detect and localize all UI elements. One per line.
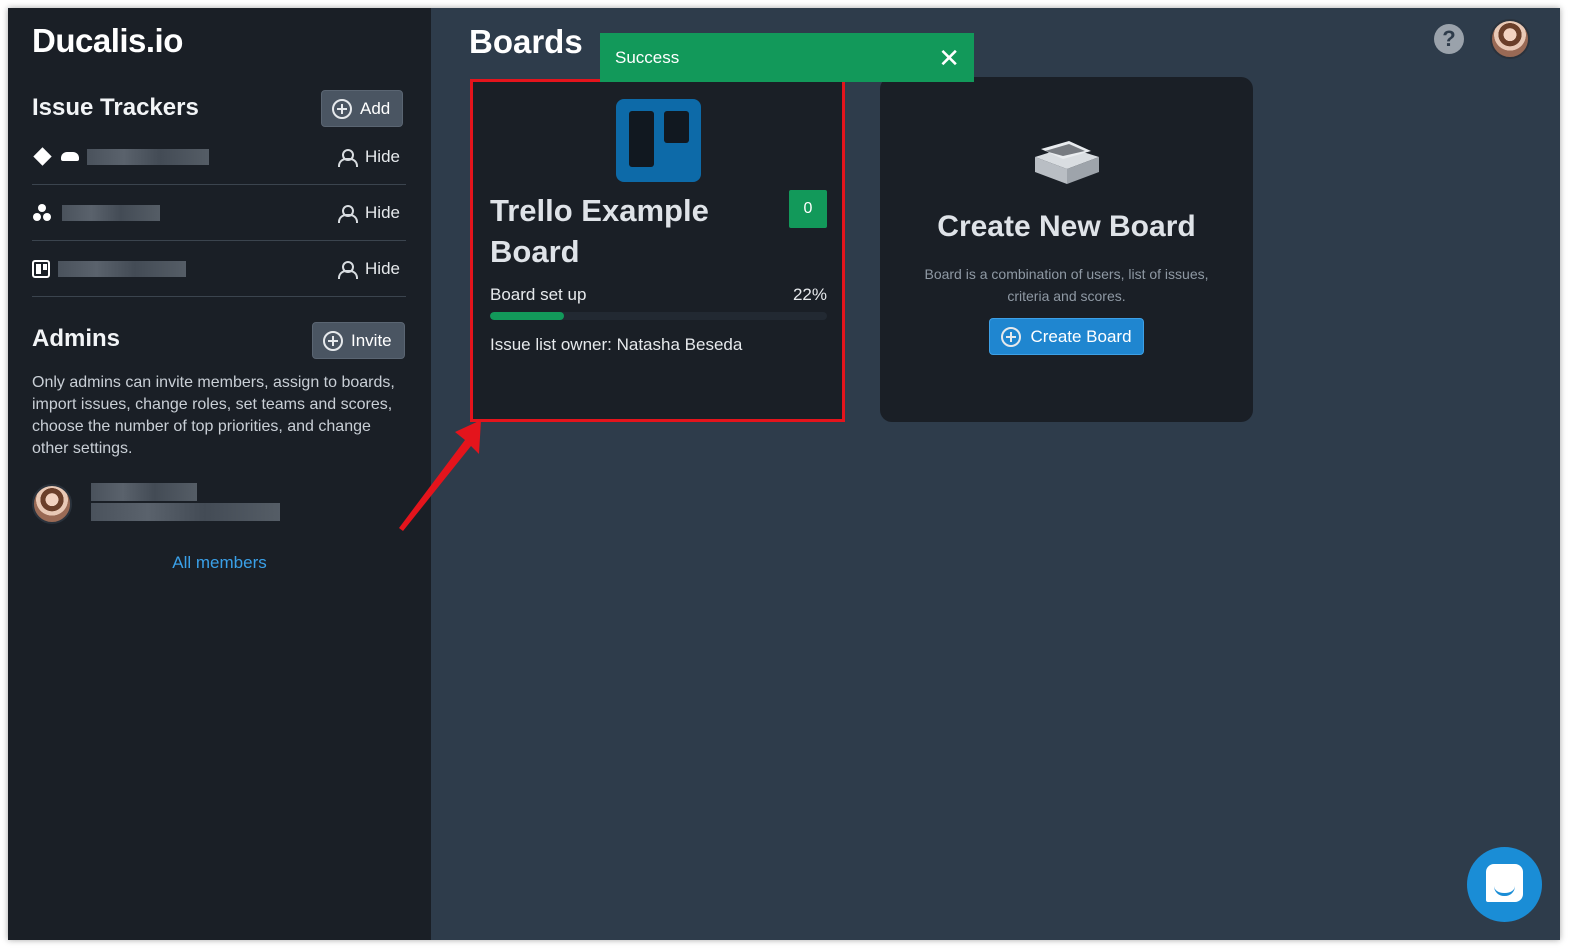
board-card-trello-example[interactable]: Trello Example Board 0 Board set up 22% … (470, 79, 845, 422)
toast-message: Success (615, 47, 680, 67)
user-avatar[interactable] (1490, 19, 1530, 59)
create-board-button[interactable]: Create Board (989, 318, 1144, 355)
plus-circle-icon (323, 330, 343, 351)
create-new-board-title: Create New Board (937, 210, 1196, 243)
tracker-row: Hide (32, 241, 406, 297)
help-icon[interactable]: ? (1434, 24, 1464, 54)
redacted-admin-info (91, 483, 280, 521)
issue-trackers-title: Issue Trackers (32, 94, 199, 121)
asana-dots-icon (32, 203, 54, 222)
hide-label: Hide (365, 202, 400, 222)
redacted-tracker-name (87, 148, 209, 165)
sidebar: Ducalis.io Issue Trackers Add Hide Hide … (8, 8, 431, 940)
user-icon (337, 204, 359, 223)
tracker-row: Hide (32, 129, 406, 185)
board-count-badge: 0 (789, 190, 827, 228)
hide-label: Hide (365, 146, 400, 166)
user-icon (337, 260, 359, 279)
hide-label: Hide (365, 258, 400, 278)
trello-logo-icon (616, 99, 701, 182)
create-new-board-description: Board is a combination of users, list of… (924, 266, 1209, 304)
board-setup-progress-bar (490, 312, 827, 320)
board-setup-percent: 22% (792, 285, 827, 304)
admins-description: Only admins can invite members, assign t… (32, 374, 395, 457)
chat-icon (1486, 864, 1523, 902)
admins-title: Admins (32, 325, 121, 352)
app-window: Ducalis.io Issue Trackers Add Hide Hide … (8, 8, 1560, 940)
create-new-board-card: Create New Board Board is a combination … (880, 77, 1253, 422)
issue-list-owner: Issue list owner: Natasha Beseda (490, 335, 743, 354)
user-icon (337, 148, 359, 167)
add-tracker-button[interactable]: Add (321, 90, 404, 127)
chat-button[interactable] (1467, 847, 1542, 922)
diamond-icon (33, 147, 52, 166)
success-toast: Success ✕ (600, 33, 974, 82)
invite-button-label: Invite (351, 330, 392, 350)
close-icon[interactable]: ✕ (938, 45, 960, 71)
redacted-tracker-name (58, 260, 186, 277)
box-icon (1035, 141, 1099, 184)
plus-circle-icon (1001, 326, 1022, 347)
page-title: Boards (469, 23, 583, 60)
board-setup-row: Board set up 22% (490, 285, 827, 305)
cloud-icon (61, 152, 79, 161)
all-members-link[interactable]: All members (8, 553, 431, 573)
hide-tracker-button[interactable]: Hide (337, 203, 400, 223)
annotation-arrow-icon (399, 420, 481, 531)
trello-icon (32, 259, 50, 278)
board-title[interactable]: Trello Example Board (490, 190, 760, 272)
hide-tracker-button[interactable]: Hide (337, 259, 400, 279)
invite-button[interactable]: Invite (312, 322, 405, 359)
app-logo[interactable]: Ducalis.io (32, 22, 183, 60)
tracker-row: Hide (32, 185, 406, 241)
board-setup-progress-fill (490, 312, 565, 320)
add-button-label: Add (360, 98, 391, 118)
hide-tracker-button[interactable]: Hide (337, 147, 400, 167)
redacted-tracker-name (62, 204, 160, 221)
create-board-label: Create Board (1030, 326, 1132, 346)
board-setup-label: Board set up (490, 285, 587, 304)
admin-avatar[interactable] (32, 484, 72, 524)
plus-circle-icon (332, 98, 352, 119)
